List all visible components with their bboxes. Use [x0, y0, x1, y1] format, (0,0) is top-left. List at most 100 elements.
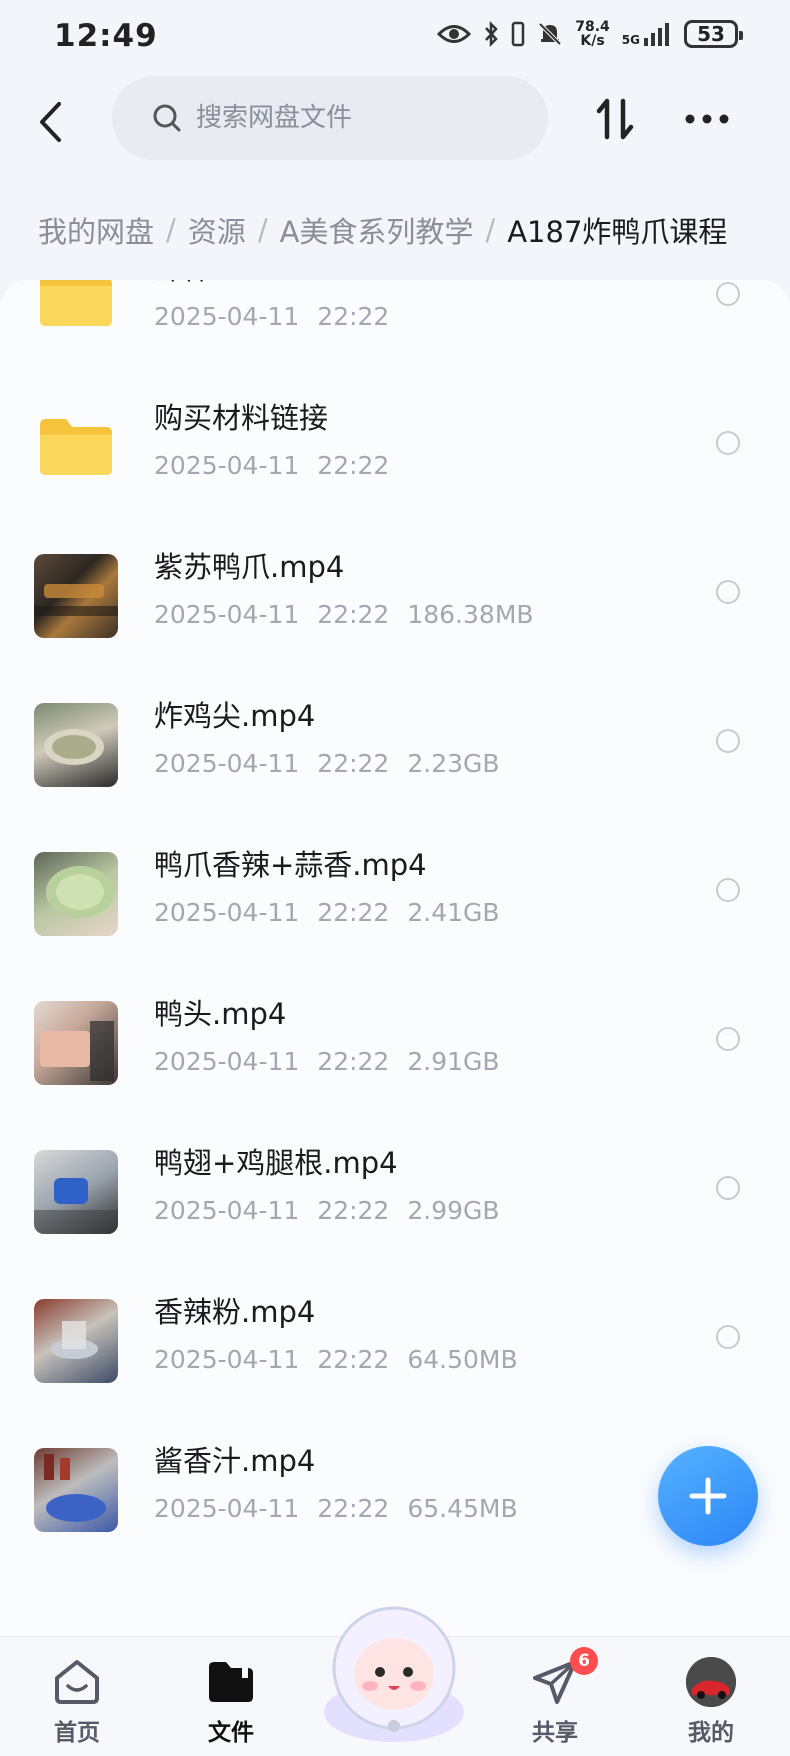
nav-share-label: 共享: [532, 1720, 578, 1746]
nav-home[interactable]: 首页: [22, 1657, 132, 1753]
file-date: 2025-04-11: [154, 1047, 300, 1076]
file-name: 炸鸡尖.mp4: [154, 699, 316, 733]
breadcrumb-separator: /: [166, 213, 176, 247]
share-badge: 6: [570, 1647, 598, 1675]
file-date: 2025-04-11: [154, 302, 300, 331]
file-meta: 2025-04-11 22:22 65.45MB: [154, 1494, 518, 1523]
breadcrumb-item-current: A187炸鸭爪课程: [507, 215, 728, 249]
file-time: 22:22: [317, 600, 390, 629]
net-speed-value: 78.4: [575, 19, 610, 35]
file-date: 2025-04-11: [154, 749, 300, 778]
status-bar: 12:49 78.4 K/s 5G 53: [0, 0, 790, 76]
file-date: 2025-04-11: [154, 1196, 300, 1225]
breadcrumb-separator: /: [257, 213, 268, 247]
video-thumbnail: [34, 1001, 118, 1085]
select-checkbox[interactable]: [716, 1325, 740, 1349]
nav-files[interactable]: 文件: [176, 1657, 286, 1753]
net-speed-unit: K/s: [580, 33, 605, 49]
video-thumbnail: [34, 1448, 118, 1532]
breadcrumb-separator: /: [485, 213, 496, 247]
file-meta: 2025-04-11 22:22 2.23GB: [154, 749, 500, 778]
select-checkbox[interactable]: [716, 282, 740, 306]
file-meta: 2025-04-11 22:22 64.50MB: [154, 1345, 518, 1374]
file-row[interactable]: 鸭头.mp4 2025-04-11 22:22 2.91GB: [0, 965, 790, 1114]
status-time: 12:49: [54, 18, 158, 54]
video-thumbnail: [34, 1150, 118, 1234]
file-name: 课件: [154, 280, 212, 288]
bluetooth-icon: [483, 21, 499, 47]
mute-bell-icon: [537, 21, 563, 47]
status-icons: 78.4 K/s 5G 53: [437, 19, 743, 49]
video-thumbnail: [34, 852, 118, 936]
file-date: 2025-04-11: [154, 451, 300, 480]
file-row[interactable]: 炸鸡尖.mp4 2025-04-11 22:22 2.23GB: [0, 667, 790, 816]
folder-nav-icon: [206, 1657, 256, 1707]
breadcrumb-item-resources[interactable]: 资源: [188, 209, 246, 251]
network-type: 5G: [621, 33, 640, 47]
file-row[interactable]: 购买材料链接 2025-04-11 22:22: [0, 369, 790, 518]
add-button[interactable]: [658, 1446, 758, 1546]
file-name: 鸭头.mp4: [154, 997, 287, 1031]
file-size: 64.50MB: [407, 1345, 518, 1374]
file-time: 22:22: [317, 1494, 390, 1523]
sort-button[interactable]: [590, 94, 640, 144]
send-icon: 6: [530, 1647, 598, 1707]
file-date: 2025-04-11: [154, 1494, 300, 1523]
file-date: 2025-04-11: [154, 600, 300, 629]
nav-share[interactable]: 6 共享: [500, 1647, 610, 1753]
file-name: 酱香汁.mp4: [154, 1444, 316, 1478]
file-time: 22:22: [317, 898, 390, 927]
file-row[interactable]: 鸭翅+鸡腿根.mp4 2025-04-11 22:22 2.99GB: [0, 1114, 790, 1263]
chevron-left-icon: [40, 102, 61, 142]
file-time: 22:22: [317, 451, 390, 480]
search-input[interactable]: [196, 103, 496, 133]
search-icon: [153, 104, 181, 132]
folder-icon: [34, 280, 118, 340]
file-meta: 2025-04-11 22:22: [154, 451, 389, 480]
select-checkbox[interactable]: [716, 1176, 740, 1200]
file-name: 紫苏鸭爪.mp4: [154, 550, 345, 584]
video-thumbnail: [34, 703, 118, 787]
file-name: 鸭翅+鸡腿根.mp4: [154, 1146, 398, 1180]
sort-icon: [596, 98, 634, 140]
file-row[interactable]: 香辣粉.mp4 2025-04-11 22:22 64.50MB: [0, 1263, 790, 1412]
avatar: [686, 1657, 736, 1707]
file-time: 22:22: [317, 1196, 390, 1225]
file-list: 课件 2025-04-11 22:22 购买材料链接 2025-04-11 22…: [0, 280, 790, 1640]
file-row[interactable]: 紫苏鸭爪.mp4 2025-04-11 22:22 186.38MB: [0, 518, 790, 667]
breadcrumb-item-root[interactable]: 我的网盘: [38, 209, 154, 251]
more-button[interactable]: [682, 94, 732, 144]
file-size: 2.23GB: [407, 749, 500, 778]
video-thumbnail: [34, 554, 118, 638]
file-meta: 2025-04-11 22:22 2.91GB: [154, 1047, 500, 1076]
nav-me[interactable]: 我的: [656, 1657, 766, 1753]
search-box[interactable]: [112, 76, 548, 160]
breadcrumb-item-category[interactable]: A美食系列教学: [280, 209, 474, 251]
file-size: 2.99GB: [407, 1196, 500, 1225]
file-row[interactable]: 课件 2025-04-11 22:22: [0, 280, 790, 369]
file-time: 22:22: [317, 749, 390, 778]
vibrate-icon: [511, 21, 525, 47]
select-checkbox[interactable]: [716, 1027, 740, 1051]
select-checkbox[interactable]: [716, 431, 740, 455]
nav-me-label: 我的: [688, 1720, 734, 1746]
mascot-assistant-button[interactable]: [314, 1594, 474, 1746]
select-checkbox[interactable]: [716, 878, 740, 902]
file-meta: 2025-04-11 22:22 2.41GB: [154, 898, 500, 927]
battery-icon: 53: [684, 20, 743, 48]
file-name: 购买材料链接: [154, 401, 329, 435]
breadcrumb: 我的网盘 / 资源 / A美食系列教学 / A187炸鸭爪课程: [0, 200, 790, 260]
nav-files-label: 文件: [208, 1720, 254, 1746]
select-checkbox[interactable]: [716, 729, 740, 753]
file-time: 22:22: [317, 1047, 390, 1076]
home-icon: [52, 1657, 102, 1707]
eye-icon: [437, 23, 472, 45]
back-button[interactable]: [28, 90, 72, 154]
plus-icon: [689, 1477, 727, 1515]
file-size: 186.38MB: [407, 600, 534, 629]
file-row[interactable]: 鸭爪香辣+蒜香.mp4 2025-04-11 22:22 2.41GB: [0, 816, 790, 965]
battery-level: 53: [697, 22, 725, 46]
nav-home-label: 首页: [54, 1720, 100, 1746]
signal-icon: 5G: [622, 22, 672, 46]
select-checkbox[interactable]: [716, 580, 740, 604]
